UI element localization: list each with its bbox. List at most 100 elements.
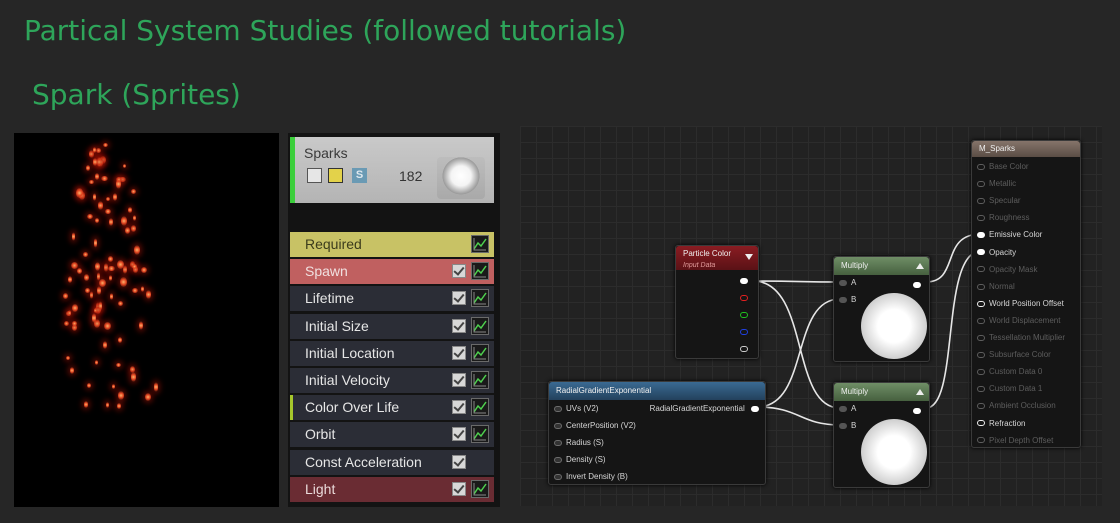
result-pin-emissive-color[interactable]: Emissive Color xyxy=(977,230,1042,239)
emitter-solo-button[interactable]: S xyxy=(352,168,367,183)
module-lifetime[interactable]: Lifetime xyxy=(290,286,494,312)
module-required[interactable]: Required xyxy=(290,232,494,257)
multiply-2-input-a[interactable]: A xyxy=(839,404,856,413)
module-enable-checkbox[interactable] xyxy=(452,318,466,333)
collapse-arrow-icon[interactable] xyxy=(745,254,753,260)
multiply-2-input-b[interactable]: B xyxy=(839,421,856,430)
multiply-1-output-pin-icon[interactable] xyxy=(913,282,921,288)
input-pin-icon[interactable] xyxy=(554,456,562,463)
radial-gradient-input[interactable]: Radius (S) xyxy=(554,438,604,447)
curve-graph-icon[interactable] xyxy=(471,371,489,389)
result-pin-base-color[interactable]: Base Color xyxy=(977,162,1029,171)
result-pin-roughness[interactable]: Roughness xyxy=(977,213,1029,222)
input-pin-icon[interactable] xyxy=(977,215,985,222)
result-pin-world-position-offset[interactable]: World Position Offset xyxy=(977,299,1064,308)
module-enable-checkbox[interactable] xyxy=(452,264,466,279)
module-enable-checkbox[interactable] xyxy=(452,291,466,306)
input-pin-icon[interactable] xyxy=(977,351,985,358)
curve-graph-icon[interactable] xyxy=(471,479,489,498)
result-pin-refraction[interactable]: Refraction xyxy=(977,419,1025,428)
input-pin-icon[interactable] xyxy=(977,249,985,256)
input-pin-icon[interactable] xyxy=(977,317,985,324)
input-pin-icon[interactable] xyxy=(977,198,985,205)
input-pin-icon[interactable] xyxy=(977,283,985,290)
multiply-node-2[interactable]: Multiply A B xyxy=(833,382,930,488)
curve-graph-icon[interactable] xyxy=(471,289,489,308)
emitter-header[interactable]: Sparks S 182 xyxy=(290,137,494,203)
module-orbit[interactable]: Orbit xyxy=(290,422,494,448)
result-pin-subsurface-color[interactable]: Subsurface Color xyxy=(977,350,1051,359)
input-pin-icon[interactable] xyxy=(977,232,985,239)
particle-color-node[interactable]: Particle Color Input Data xyxy=(675,245,759,359)
input-pin-icon[interactable] xyxy=(977,300,985,307)
input-pin-icon[interactable] xyxy=(839,296,847,303)
emitter-enable-checkbox[interactable] xyxy=(307,168,322,183)
result-pin-world-displacement[interactable]: World Displacement xyxy=(977,316,1060,325)
input-pin-icon[interactable] xyxy=(977,163,985,170)
input-pin-icon[interactable] xyxy=(554,473,562,480)
multiply-1-input-a[interactable]: A xyxy=(839,278,856,287)
input-pin-icon[interactable] xyxy=(977,369,985,376)
curve-graph-icon[interactable] xyxy=(471,343,489,362)
module-enable-checkbox[interactable] xyxy=(452,481,466,496)
curve-graph-icon[interactable] xyxy=(471,235,489,253)
multiply-2-output-pin-icon[interactable] xyxy=(913,408,921,414)
result-pin-metallic[interactable]: Metallic xyxy=(977,179,1016,188)
input-pin-icon[interactable] xyxy=(839,279,847,286)
module-initial-size[interactable]: Initial Size xyxy=(290,313,494,339)
result-pin-specular[interactable]: Specular xyxy=(977,196,1021,205)
collapse-arrow-icon[interactable] xyxy=(916,389,924,395)
radial-gradient-output[interactable]: RadialGradientExponential xyxy=(650,404,759,413)
input-pin-icon[interactable] xyxy=(554,405,562,412)
module-spawn[interactable]: Spawn xyxy=(290,259,494,285)
radial-gradient-input[interactable]: CenterPosition (V2) xyxy=(554,421,636,430)
module-enable-checkbox[interactable] xyxy=(452,427,466,442)
multiply-node-1[interactable]: Multiply A B xyxy=(833,256,930,362)
result-pin-normal[interactable]: Normal xyxy=(977,282,1015,291)
input-pin-icon[interactable] xyxy=(554,439,562,446)
curve-graph-icon[interactable] xyxy=(471,262,489,281)
curve-graph-icon[interactable] xyxy=(471,316,489,335)
material-result-node[interactable]: M_Sparks Base Color Metallic Specular Rough… xyxy=(971,140,1081,448)
module-enable-checkbox[interactable] xyxy=(452,345,466,360)
result-pin-custom-data-1[interactable]: Custom Data 1 xyxy=(977,384,1042,393)
input-pin-icon[interactable] xyxy=(977,403,985,410)
radial-gradient-input[interactable]: Invert Density (B) xyxy=(554,472,628,481)
input-pin-icon[interactable] xyxy=(554,422,562,429)
output-pin-icon[interactable] xyxy=(740,295,748,301)
module-initial-velocity[interactable]: Initial Velocity xyxy=(290,368,494,393)
result-pin-opacity-mask[interactable]: Opacity Mask xyxy=(977,265,1037,274)
radial-gradient-input[interactable]: UVs (V2) xyxy=(554,404,598,413)
curve-graph-icon[interactable] xyxy=(471,425,489,444)
spark-preview-viewport[interactable] xyxy=(14,133,279,507)
material-graph-canvas[interactable]: Particle Color Input Data RadialGradient… xyxy=(520,126,1102,506)
input-pin-icon[interactable] xyxy=(977,437,985,444)
input-pin-icon[interactable] xyxy=(977,420,985,427)
emitter-render-mode-icon[interactable] xyxy=(328,168,343,183)
multiply-1-input-b[interactable]: B xyxy=(839,295,856,304)
output-pin-icon[interactable] xyxy=(740,278,748,284)
output-pin-icon[interactable] xyxy=(740,329,748,335)
module-color-over-life[interactable]: Color Over Life xyxy=(290,395,494,421)
collapse-arrow-icon[interactable] xyxy=(916,263,924,269)
radial-gradient-input[interactable]: Density (S) xyxy=(554,455,606,464)
curve-graph-icon[interactable] xyxy=(471,398,489,417)
result-pin-tessellation-multiplier[interactable]: Tessellation Multiplier xyxy=(977,333,1065,342)
module-light[interactable]: Light xyxy=(290,476,494,502)
input-pin-icon[interactable] xyxy=(839,405,847,412)
input-pin-icon[interactable] xyxy=(977,334,985,341)
input-pin-icon[interactable] xyxy=(977,180,985,187)
input-pin-icon[interactable] xyxy=(839,422,847,429)
module-enable-checkbox[interactable] xyxy=(452,400,466,415)
module-const-acceleration[interactable]: Const Acceleration xyxy=(290,449,494,475)
module-initial-location[interactable]: Initial Location xyxy=(290,340,494,366)
radial-gradient-node[interactable]: RadialGradientExponential UVs (V2) Center… xyxy=(548,381,766,485)
module-enable-checkbox[interactable] xyxy=(452,373,466,387)
output-pin-icon[interactable] xyxy=(751,405,759,412)
output-pin-icon[interactable] xyxy=(740,312,748,318)
input-pin-icon[interactable] xyxy=(977,266,985,273)
input-pin-icon[interactable] xyxy=(977,386,985,393)
result-pin-opacity[interactable]: Opacity xyxy=(977,248,1016,257)
module-enable-checkbox[interactable] xyxy=(452,454,466,469)
result-pin-ambient-occlusion[interactable]: Ambient Occlusion xyxy=(977,401,1056,410)
